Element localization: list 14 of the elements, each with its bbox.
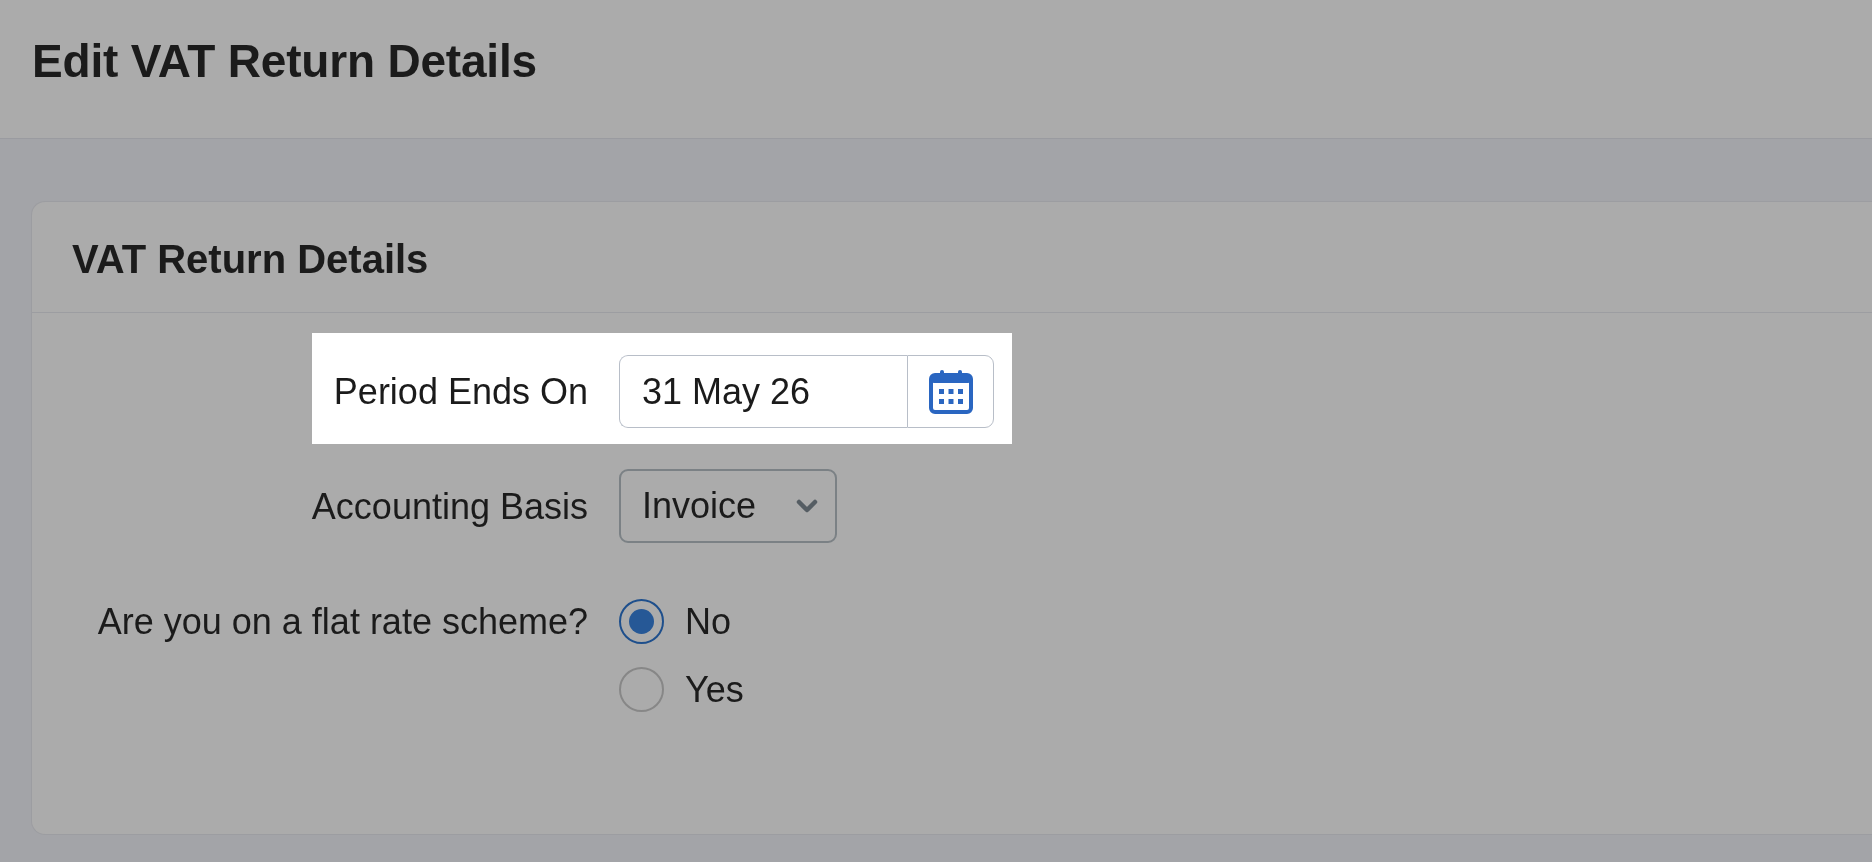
calendar-icon <box>928 369 973 414</box>
date-input[interactable]: 31 May 26 <box>619 355 907 428</box>
field-label: Period Ends On <box>333 370 588 414</box>
chevron-down-icon <box>796 498 818 514</box>
radio-label[interactable]: No <box>685 599 732 644</box>
radio-button[interactable] <box>619 667 664 712</box>
calendar-button[interactable] <box>907 355 994 428</box>
field-label: Are you on a flat rate scheme? <box>97 600 588 644</box>
select-field[interactable]: Invoice <box>619 469 837 543</box>
card-title: VAT Return Details <box>72 236 429 283</box>
field-label: Accounting Basis <box>311 484 588 529</box>
radio-label[interactable]: Yes <box>685 667 744 712</box>
radio-button[interactable] <box>619 599 664 644</box>
page-title: Edit VAT Return Details <box>31 34 537 88</box>
